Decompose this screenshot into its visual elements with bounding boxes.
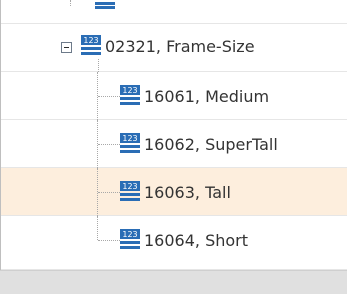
- tree-item-label: 16063, Tall: [144, 183, 231, 202]
- svg-text:123: 123: [122, 230, 137, 239]
- tree-row-partial: [1, 0, 347, 24]
- attribute-tree: 123 02321, Frame-Size 123 16061, Medium …: [0, 0, 347, 294]
- numeric-attribute-icon: [95, 2, 115, 9]
- tree-row-child[interactable]: 123 16062, SuperTall: [1, 120, 347, 168]
- svg-text:123: 123: [83, 36, 98, 45]
- tree-row-child-selected[interactable]: 123 16063, Tall: [1, 168, 347, 216]
- collapse-toggle[interactable]: [61, 42, 72, 53]
- tree-item-label: 16061, Medium: [144, 87, 270, 106]
- numeric-attribute-icon: 123: [120, 85, 140, 105]
- tree-row-parent[interactable]: 123 02321, Frame-Size: [1, 24, 347, 72]
- tree-item-label: 16062, SuperTall: [144, 135, 278, 154]
- numeric-attribute-icon: 123: [120, 229, 140, 249]
- numeric-attribute-icon: 123: [120, 133, 140, 153]
- tree-item-label: 16064, Short: [144, 231, 249, 250]
- tree-row-child[interactable]: 123 16064, Short: [1, 216, 347, 270]
- svg-text:123: 123: [122, 182, 137, 191]
- numeric-attribute-icon: 123: [81, 35, 101, 55]
- svg-text:123: 123: [122, 86, 137, 95]
- tree-item-label: 02321, Frame-Size: [105, 37, 255, 56]
- panel-footer: [0, 270, 347, 294]
- svg-text:123: 123: [122, 134, 137, 143]
- numeric-attribute-icon: 123: [120, 181, 140, 201]
- tree-row-child[interactable]: 123 16061, Medium: [1, 72, 347, 120]
